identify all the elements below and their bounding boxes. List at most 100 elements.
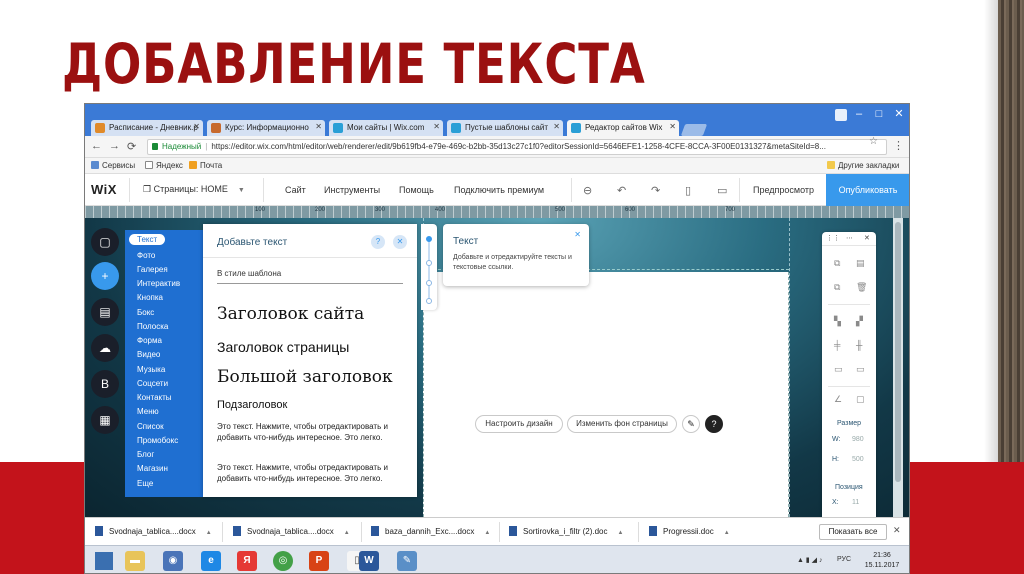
undo-icon[interactable]: ↶ xyxy=(617,184,626,197)
category-music[interactable]: Музыка xyxy=(137,365,165,374)
preview-button[interactable]: Предпросмотр xyxy=(753,185,814,195)
close-icon[interactable]: ✕ xyxy=(864,234,870,242)
more-icon[interactable]: ⋯ xyxy=(846,234,853,242)
close-icon[interactable]: ✕ xyxy=(574,230,581,239)
add-icon[interactable]: + xyxy=(91,262,119,290)
category-box[interactable]: Бокс xyxy=(137,308,154,317)
paragraph-small-preset[interactable]: Это текст. Нажмите, чтобы отредактироват… xyxy=(217,462,397,484)
brush-icon[interactable]: ✎ xyxy=(682,415,700,433)
reload-icon[interactable]: ⟳ xyxy=(127,140,136,153)
drag-handle-icon[interactable]: ⋮⋮ xyxy=(826,234,840,242)
download-item[interactable]: Svodnaja_tablica....docx ▲ xyxy=(233,526,350,536)
big-title-preset[interactable]: Большой заголовок xyxy=(217,367,393,387)
bookmark-services[interactable]: Сервисы xyxy=(91,161,135,170)
bookings-icon[interactable]: ▦ xyxy=(91,406,119,434)
category-store[interactable]: Магазин xyxy=(137,464,168,473)
menu-site[interactable]: Сайт xyxy=(285,185,306,195)
back-icon[interactable]: ← xyxy=(91,140,102,152)
rotate-icon[interactable]: ∠ xyxy=(834,394,842,405)
category-list[interactable]: Список xyxy=(137,422,164,431)
tab-close-icon[interactable]: ✕ xyxy=(669,122,676,131)
browser-menu-icon[interactable]: ⋮ xyxy=(893,139,904,152)
rotate-value[interactable]: ▢ xyxy=(856,394,865,405)
tab-close-icon[interactable]: ✕ xyxy=(433,122,440,131)
minimize-icon[interactable]: – xyxy=(851,107,867,121)
category-menu[interactable]: Меню xyxy=(137,407,159,416)
paint-icon[interactable]: ✎ xyxy=(397,551,417,571)
align-icon[interactable]: ╪ xyxy=(834,340,840,350)
clock[interactable]: 21:36 15.11.2017 xyxy=(860,551,904,571)
close-icon[interactable]: ✕ xyxy=(393,235,407,249)
scroller-dot[interactable] xyxy=(426,260,432,266)
duplicate-icon[interactable]: ⧉ xyxy=(834,282,840,293)
upload-icon[interactable]: ☁ xyxy=(91,334,119,362)
blog-icon[interactable]: B xyxy=(91,370,119,398)
download-item[interactable]: baza_dannih_Exc....docx ▲ xyxy=(371,526,490,536)
redo-icon[interactable]: ↷ xyxy=(651,184,660,197)
start-icon[interactable] xyxy=(95,552,113,570)
publish-button[interactable]: Опубликовать xyxy=(826,174,909,206)
user-icon[interactable] xyxy=(835,109,847,121)
menu-premium[interactable]: Подключить премиум xyxy=(454,185,544,195)
arrange-icon[interactable]: ▚ xyxy=(834,316,841,327)
maximize-icon[interactable]: □ xyxy=(871,107,887,121)
category-video[interactable]: Видео xyxy=(137,350,160,359)
stretch-icon[interactable]: ▭ xyxy=(856,364,865,375)
category-blog[interactable]: Блог xyxy=(137,450,154,459)
url-input[interactable]: Надежный | https://editor.wix.com/html/edi… xyxy=(147,139,887,155)
change-background-button[interactable]: Изменить фон страницы xyxy=(567,415,677,433)
scrollbar-thumb[interactable] xyxy=(895,222,901,482)
tray-icons[interactable]: ▲ ▮ ◢ ♪ xyxy=(797,556,823,564)
category-text[interactable]: Текст xyxy=(129,234,166,245)
new-tab-button[interactable] xyxy=(680,124,708,136)
save-icon[interactable]: ▭ xyxy=(717,184,727,197)
browser-tab-active[interactable]: Редактор сайтов Wix ✕ xyxy=(567,120,679,137)
category-gallery[interactable]: Галерея xyxy=(137,265,168,274)
category-more[interactable]: Еще xyxy=(137,479,153,488)
bookmark-mail[interactable]: Почта xyxy=(189,161,222,170)
close-icon[interactable]: ✕ xyxy=(893,525,901,536)
browser-tab[interactable]: Курс: Информационно ✕ xyxy=(207,120,325,136)
other-bookmarks[interactable]: Другие закладки xyxy=(827,161,899,170)
delete-icon[interactable]: 🗑 xyxy=(856,282,867,293)
download-item[interactable]: Svodnaja_tablica....docx ▲ xyxy=(95,526,212,536)
browser-tab[interactable]: Мои сайты | Wix.com ✕ xyxy=(329,120,443,136)
tab-close-icon[interactable]: ✕ xyxy=(315,122,322,131)
app-market-icon[interactable]: ▤ xyxy=(91,298,119,326)
download-item[interactable]: Progressii.doc ▲ xyxy=(649,526,730,536)
forward-icon[interactable]: → xyxy=(109,140,120,152)
chrome-icon[interactable]: ◎ xyxy=(273,551,293,571)
page-strip[interactable] xyxy=(423,272,789,517)
bookmark-star-icon[interactable]: ☆ xyxy=(869,136,878,147)
scroller-dot[interactable] xyxy=(426,298,432,304)
close-window-icon[interactable]: ✕ xyxy=(891,107,907,121)
x-value[interactable]: 11 xyxy=(852,499,859,506)
yandex-browser-icon[interactable]: Я xyxy=(237,551,257,571)
scroller-dot[interactable] xyxy=(426,280,432,286)
help-icon[interactable]: ? xyxy=(371,235,385,249)
category-interactive[interactable]: Интерактив xyxy=(137,279,180,288)
help-icon[interactable]: ? xyxy=(705,415,723,433)
subtitle-preset[interactable]: Подзаголовок xyxy=(217,399,287,411)
word-icon[interactable]: W xyxy=(359,551,379,571)
ie-icon[interactable]: e xyxy=(201,551,221,571)
height-value[interactable]: 500 xyxy=(852,456,864,463)
menu-tools[interactable]: Инструменты xyxy=(324,185,380,195)
panel-section-scroller[interactable] xyxy=(421,224,437,310)
match-size-icon[interactable]: ▭ xyxy=(834,364,843,375)
paste-icon[interactable]: ▤ xyxy=(856,258,865,269)
language-indicator[interactable]: РУС xyxy=(837,556,851,563)
category-contacts[interactable]: Контакты xyxy=(137,393,172,402)
category-strip[interactable]: Полоска xyxy=(137,322,168,331)
site-title-preset[interactable]: Заголовок сайта xyxy=(217,304,364,324)
paragraph-preset[interactable]: Это текст. Нажмите, чтобы отредактироват… xyxy=(217,421,397,443)
category-form[interactable]: Форма xyxy=(137,336,162,345)
pages-dropdown[interactable]: ❐ Страницы: HOME ▼ xyxy=(143,184,245,195)
menu-help[interactable]: Помощь xyxy=(399,185,434,195)
tab-close-icon[interactable]: ✕ xyxy=(193,122,200,131)
bookmark-yandex[interactable]: Яндекс xyxy=(145,161,183,170)
page-title-preset[interactable]: Заголовок страницы xyxy=(217,339,349,355)
category-photo[interactable]: Фото xyxy=(137,251,155,260)
zoom-icon[interactable]: ⊖ xyxy=(583,184,592,197)
file-explorer-icon[interactable]: ▬ xyxy=(125,551,145,571)
